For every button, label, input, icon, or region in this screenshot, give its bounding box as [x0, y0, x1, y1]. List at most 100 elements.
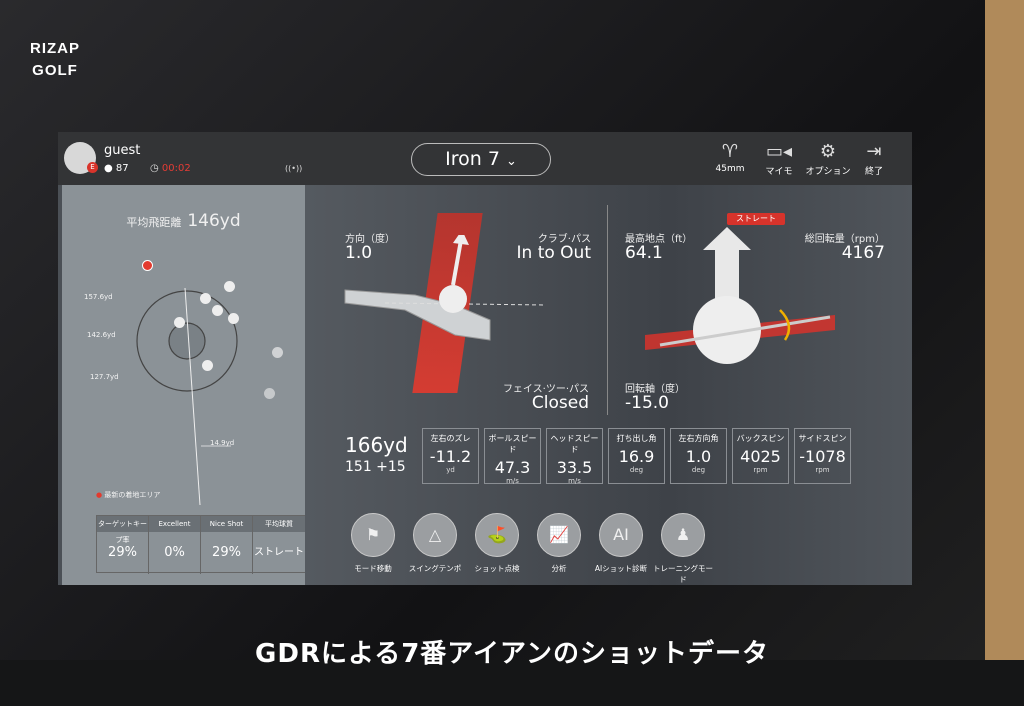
carry-detail: 151 +15 [345, 459, 406, 475]
metric-unit: m/s [506, 477, 519, 485]
rizap-golf-logo: RIZAP GOLF [30, 40, 80, 79]
ai-club-icon: AI [599, 513, 643, 557]
legend-label: 最新の着地エリア [104, 491, 161, 499]
latest-area-icon: ● [96, 491, 103, 499]
metric-card: ヘッドスピード 33.5 m/s [546, 428, 603, 485]
stat-header: 平均球質 [253, 516, 305, 532]
shot-dot [272, 347, 283, 358]
avg-value: 146yd [187, 211, 241, 231]
face-to-path-value: Closed [531, 393, 589, 413]
y-label: 157.6yd [84, 293, 113, 301]
ball-type-badge: ストレート [727, 213, 785, 225]
direction-value: 1.0 [345, 243, 373, 263]
spin-axis-value: -15.0 [625, 393, 669, 413]
menu-label: トレーニングモード [653, 564, 713, 584]
menu-button[interactable]: ♟ トレーニングモード [652, 513, 714, 585]
metric-title: バックスピン [736, 434, 785, 443]
shot-dot [212, 305, 223, 316]
menu-button[interactable]: AI AIショット診断 [590, 513, 652, 574]
metric-value: 47.3 [494, 458, 531, 477]
shot-dot [264, 388, 275, 399]
club-selector[interactable]: Iron 7 ⌄ [411, 143, 551, 176]
stat-header: ターゲットキープ率 [97, 516, 149, 544]
wall [985, 0, 1024, 706]
clock-icon: ◷ [150, 163, 159, 174]
header: E guest ● 87 ◷ 00:02 ((•)) Iron 7 ⌄ ♈ 45m… [58, 132, 912, 185]
average-distance: 平均飛距離 146yd [62, 211, 305, 231]
metric-value: 16.9 [618, 447, 655, 466]
stat-header: Excellent [149, 516, 201, 532]
width-label: 14.9yd [210, 439, 235, 447]
menu-button[interactable]: ⛳ ショット点検 [466, 513, 528, 574]
stat-header: Nice Shot [201, 516, 253, 532]
metric-card: ボールスピード 47.3 m/s [484, 428, 541, 485]
caption: GDRによる7番アイアンのショットデータ [255, 639, 769, 669]
metric-value: -1078 [799, 447, 846, 466]
club-ball-icon: ⛳ [475, 513, 519, 557]
ball-icon: ● [104, 163, 113, 174]
exit-icon: ⇥ [866, 141, 882, 162]
carry-distance: 166yd [345, 433, 408, 457]
timer: ◷ 00:02 [150, 163, 191, 174]
target-line [184, 287, 201, 506]
metric-value: -11.2 [429, 447, 472, 466]
menu-label: AIショット診断 [594, 564, 648, 573]
metric-card: サイドスピン -1078 rpm [794, 428, 851, 484]
metric-card: 左右方向角 1.0 deg [670, 428, 727, 484]
metric-value: 1.0 [685, 447, 712, 466]
metric-title: ボールスピード [488, 434, 537, 454]
menu-label: 分析 [551, 564, 567, 573]
user-badge: E [87, 162, 98, 173]
metric-card: 左右のズレ -11.2 yd [422, 428, 479, 484]
flag-icon: ⚑ [351, 513, 395, 557]
metric-unit: yd [446, 466, 455, 474]
metric-unit: rpm [753, 466, 768, 474]
club-label: Iron 7 [445, 148, 500, 170]
spin-axis-graphic [645, 227, 835, 364]
chart-icon: 📈 [537, 513, 581, 557]
divider [607, 205, 608, 415]
signal-icon: ((•)) [285, 164, 303, 173]
metric-title: 左右のズレ [430, 434, 471, 443]
club-path-value: In to Out [516, 243, 591, 263]
menu-button[interactable]: ⚑ モード移動 [342, 513, 404, 574]
metric-unit: deg [629, 466, 644, 474]
y-label: 142.6yd [87, 331, 116, 339]
metric-title: ヘッドスピード [550, 434, 599, 454]
shot-dot [224, 281, 235, 292]
metric-card: 打ち出し角 16.9 deg [608, 428, 665, 484]
metric-unit: deg [691, 466, 706, 474]
exit-label: 終了 [864, 167, 883, 177]
iron-head [344, 289, 491, 341]
metronome-icon: △ [413, 513, 457, 557]
shot-dot-latest [142, 260, 153, 271]
inner-ring [168, 322, 206, 360]
stat-value: 29% [201, 532, 253, 574]
trajectory-arrow [703, 227, 751, 305]
shot-dot [200, 293, 211, 304]
shot-dot [174, 317, 185, 328]
exit-button[interactable]: ⇥ 終了 [844, 140, 904, 177]
stat-value: 29% [97, 532, 149, 574]
score-value: 87 [115, 163, 129, 174]
menu-button[interactable]: △ スイングテンポ [404, 513, 466, 574]
menu-button[interactable]: 📈 分析 [528, 513, 590, 574]
metric-title: 打ち出し角 [616, 434, 657, 443]
metric-unit: rpm [815, 466, 830, 474]
screen: E guest ● 87 ◷ 00:02 ((•)) Iron 7 ⌄ ♈ 45m… [58, 132, 912, 585]
avg-label: 平均飛距離 [126, 216, 182, 229]
stats-table: ターゲットキープ率 Excellent Nice Shot 平均球質 29% 0… [96, 515, 306, 574]
username: guest [104, 143, 141, 158]
score: ● 87 [104, 163, 129, 174]
shot-analysis-panel: 方向（度） 1.0 クラブ·パス In to Out フェイス·ツー·パス Cl… [305, 185, 912, 585]
stat-value: ストレート [254, 547, 304, 558]
metric-title: 左右方向角 [678, 434, 719, 443]
legend: ● 最新の着地エリア [96, 490, 160, 500]
training-icon: ♟ [661, 513, 705, 557]
timer-value: 00:02 [161, 163, 191, 174]
y-label: 127.7yd [90, 373, 119, 381]
metric-value: 4025 [740, 447, 781, 466]
dispersion-panel: 平均飛距離 146yd 157.6yd 142.6yd 127.7yd 14.9y… [62, 185, 306, 585]
stat-value: 0% [149, 532, 201, 574]
menu-label: ショット点検 [474, 564, 520, 573]
